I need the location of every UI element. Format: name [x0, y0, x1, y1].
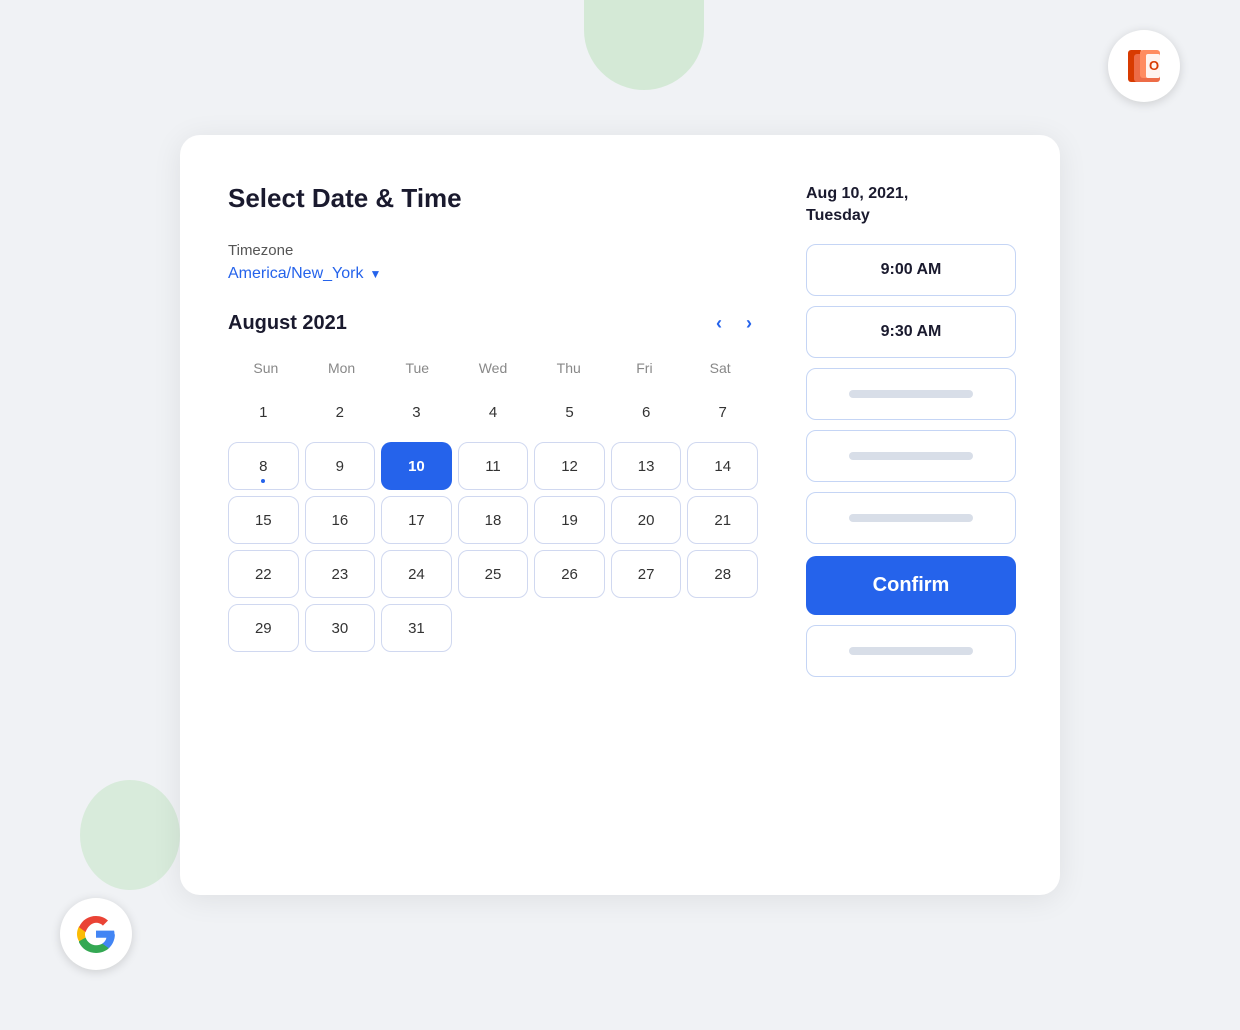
day-cell[interactable]: 31	[381, 604, 452, 652]
day-cell[interactable]: 7	[687, 388, 758, 436]
main-card: Select Date & Time Timezone America/New_…	[180, 135, 1060, 895]
time-slot-4	[806, 430, 1016, 482]
day-cell[interactable]: 19	[534, 496, 605, 544]
day-header-wed: Wed	[455, 356, 531, 380]
day-cell[interactable]: 17	[381, 496, 452, 544]
day-cell[interactable]: 12	[534, 442, 605, 490]
blob-top-decoration	[584, 0, 704, 90]
day-cell[interactable]: 3	[381, 388, 452, 436]
day-cell[interactable]: 27	[611, 550, 682, 598]
day-cell[interactable]: 13	[611, 442, 682, 490]
day-cell[interactable]: 4	[458, 388, 529, 436]
prev-month-button[interactable]: ‹	[710, 311, 728, 336]
day-header-fri: Fri	[607, 356, 683, 380]
day-cell[interactable]: 9	[305, 442, 376, 490]
day-cell[interactable]: 11	[458, 442, 529, 490]
selected-date-display: Aug 10, 2021,Tuesday	[806, 183, 1016, 228]
day-cell[interactable]: 28	[687, 550, 758, 598]
day-header-thu: Thu	[531, 356, 607, 380]
day-header-mon: Mon	[304, 356, 380, 380]
day-cell-empty	[458, 604, 529, 652]
day-cell[interactable]: 5	[534, 388, 605, 436]
day-cell-empty	[687, 604, 758, 652]
chevron-down-icon: ▼	[369, 267, 381, 281]
page-title: Select Date & Time	[228, 183, 758, 214]
timezone-selector[interactable]: America/New_York ▼	[228, 265, 758, 283]
day-cell[interactable]: 23	[305, 550, 376, 598]
next-month-button[interactable]: ›	[740, 311, 758, 336]
day-cell[interactable]: 30	[305, 604, 376, 652]
timezone-label: Timezone	[228, 242, 758, 259]
svg-text:O: O	[1149, 58, 1159, 73]
confirm-button[interactable]: Confirm	[806, 556, 1016, 615]
day-cell[interactable]: 1	[228, 388, 299, 436]
day-cell[interactable]: 21	[687, 496, 758, 544]
day-cell[interactable]: 14	[687, 442, 758, 490]
time-slot-5	[806, 492, 1016, 544]
month-year-label: August 2021	[228, 312, 347, 335]
calendar-nav: ‹ ›	[710, 311, 758, 336]
google-app-icon[interactable]	[60, 898, 132, 970]
day-cell[interactable]: 10	[381, 442, 452, 490]
day-cell[interactable]: 15	[228, 496, 299, 544]
day-cell[interactable]: 2	[305, 388, 376, 436]
day-headers: Sun Mon Tue Wed Thu Fri Sat	[228, 356, 758, 380]
day-cell[interactable]: 18	[458, 496, 529, 544]
time-slot-after-confirm	[806, 625, 1016, 677]
calendar-header: August 2021 ‹ ›	[228, 311, 758, 336]
day-header-sun: Sun	[228, 356, 304, 380]
day-cell[interactable]: 8	[228, 442, 299, 490]
time-slot-1[interactable]: 9:00 AM	[806, 244, 1016, 296]
microsoft-app-icon[interactable]: O	[1108, 30, 1180, 102]
day-header-tue: Tue	[379, 356, 455, 380]
time-slot-2[interactable]: 9:30 AM	[806, 306, 1016, 358]
calendar-grid: Sun Mon Tue Wed Thu Fri Sat 123456789101…	[228, 356, 758, 652]
day-cell[interactable]: 25	[458, 550, 529, 598]
left-panel: Select Date & Time Timezone America/New_…	[228, 183, 758, 847]
day-cell[interactable]: 26	[534, 550, 605, 598]
timezone-value: America/New_York	[228, 265, 363, 283]
time-slot-3	[806, 368, 1016, 420]
day-cell-empty	[534, 604, 605, 652]
right-panel: Aug 10, 2021,Tuesday 9:00 AM 9:30 AM Con…	[806, 183, 1016, 847]
day-cell[interactable]: 6	[611, 388, 682, 436]
day-cell[interactable]: 20	[611, 496, 682, 544]
day-cell[interactable]: 24	[381, 550, 452, 598]
day-header-sat: Sat	[682, 356, 758, 380]
time-slots-list: 9:00 AM 9:30 AM	[806, 244, 1016, 544]
day-cell[interactable]: 29	[228, 604, 299, 652]
calendar-days: 1234567891011121314151617181920212223242…	[228, 388, 758, 652]
day-cell[interactable]: 16	[305, 496, 376, 544]
day-cell[interactable]: 22	[228, 550, 299, 598]
blob-left-decoration	[80, 780, 180, 890]
day-cell-empty	[611, 604, 682, 652]
